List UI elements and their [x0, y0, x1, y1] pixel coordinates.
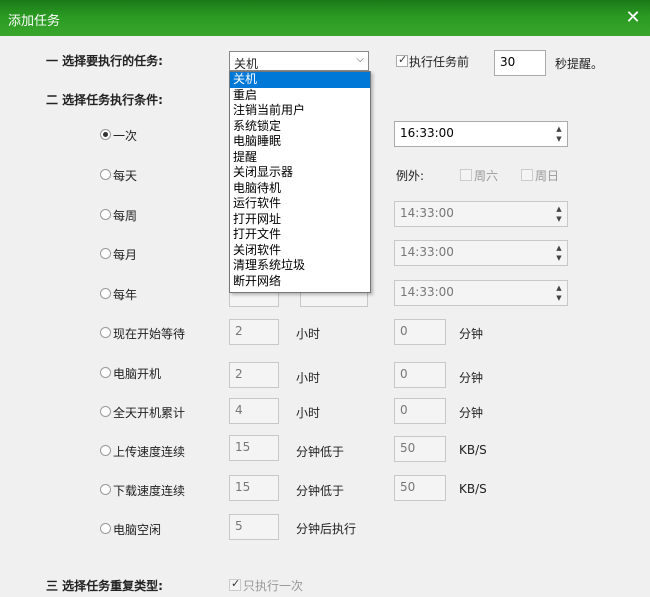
radio-download[interactable]: [100, 484, 111, 495]
dropdown-item-remind[interactable]: 提醒: [230, 150, 370, 166]
wait-minutes-input[interactable]: 0: [394, 319, 446, 345]
uptime-hours-input[interactable]: 4: [229, 398, 279, 424]
radio-yearly[interactable]: [100, 288, 111, 299]
spin-down-icon[interactable]: ▼: [553, 134, 565, 144]
spin-down-icon[interactable]: ▼: [553, 214, 565, 224]
dropdown-item-run-software[interactable]: 运行软件: [230, 196, 370, 212]
title-bar: 添加任务 ✕: [0, 0, 650, 36]
radio-monthly-label: 每月: [113, 248, 138, 262]
dropdown-item-shutdown[interactable]: 关机: [230, 72, 370, 88]
task-dropdown-list: 关机 重启 注销当前用户 系统锁定 电脑睡眠 提醒 关闭显示器 电脑待机 运行软…: [229, 71, 371, 293]
dropdown-item-clean-junk[interactable]: 清理系统垃圾: [230, 258, 370, 274]
uptime-minutes-input[interactable]: 0: [394, 398, 446, 424]
radio-monthly[interactable]: [100, 248, 111, 259]
section-repeat-label: 三 选择任务重复类型:: [46, 579, 163, 593]
upload-minutes-unit: 分钟低于: [296, 445, 345, 459]
task-select-value: 关机: [234, 57, 259, 71]
radio-daily-label: 每天: [113, 169, 138, 183]
idle-minutes-input[interactable]: 5: [229, 514, 279, 540]
radio-idle-label: 电脑空闲: [113, 523, 162, 537]
dropdown-item-sleep[interactable]: 电脑睡眠: [230, 134, 370, 150]
spin-up-icon[interactable]: ▲: [553, 204, 565, 214]
radio-boot[interactable]: [100, 367, 111, 378]
radio-once[interactable]: [100, 129, 111, 140]
dropdown-item-open-file[interactable]: 打开文件: [230, 227, 370, 243]
window-title: 添加任务: [8, 14, 61, 29]
dropdown-item-logoff[interactable]: 注销当前用户: [230, 103, 370, 119]
remind-suffix: 秒提醒。: [555, 57, 604, 71]
wait-minutes-unit: 分钟: [459, 327, 484, 341]
remind-checkbox[interactable]: [396, 53, 408, 67]
once-time-input[interactable]: 16:33:00 ▲ ▼: [394, 121, 568, 147]
download-minutes-unit: 分钟低于: [296, 484, 345, 498]
boot-minutes-unit: 分钟: [459, 371, 484, 385]
boot-hours-unit: 小时: [296, 371, 321, 385]
download-minutes-input[interactable]: 15: [229, 475, 279, 501]
radio-uptime-label: 全天开机累计: [113, 406, 186, 420]
radio-once-label: 一次: [113, 129, 138, 143]
radio-wait-label: 现在开始等待: [113, 327, 186, 341]
wait-hours-unit: 小时: [296, 327, 321, 341]
radio-weekly[interactable]: [100, 209, 111, 220]
monthly-time-input[interactable]: 14:33:00 ▲ ▼: [394, 240, 568, 266]
radio-upload[interactable]: [100, 445, 111, 456]
upload-speed-unit: KB/S: [459, 443, 487, 457]
saturday-label: 周六: [474, 169, 499, 183]
wait-hours-input[interactable]: 2: [229, 319, 279, 345]
dropdown-item-disconnect[interactable]: 断开网络: [230, 274, 370, 290]
chevron-down-icon: ⌵: [356, 54, 364, 65]
yearly-time-input[interactable]: 14:33:00 ▲ ▼: [394, 280, 568, 306]
radio-yearly-label: 每年: [113, 288, 138, 302]
saturday-checkbox[interactable]: [460, 169, 472, 181]
close-icon[interactable]: ✕: [616, 0, 650, 36]
radio-uptime[interactable]: [100, 406, 111, 417]
sunday-label: 周日: [535, 169, 560, 183]
once-only-label: 只执行一次: [243, 579, 304, 593]
spin-up-icon[interactable]: ▲: [553, 124, 565, 134]
download-speed-input[interactable]: 50: [394, 475, 446, 501]
dropdown-item-standby[interactable]: 电脑待机: [230, 181, 370, 197]
sunday-checkbox[interactable]: [521, 169, 533, 181]
dropdown-item-monitor-off[interactable]: 关闭显示器: [230, 165, 370, 181]
download-speed-unit: KB/S: [459, 482, 487, 496]
radio-wait[interactable]: [100, 327, 111, 338]
once-only-checkbox[interactable]: [229, 577, 241, 591]
upload-speed-input[interactable]: 50: [394, 436, 446, 462]
dropdown-item-restart[interactable]: 重启: [230, 88, 370, 104]
section-task-label: 一 选择要执行的任务:: [46, 54, 163, 68]
task-select[interactable]: 关机 ⌵: [229, 51, 369, 71]
radio-weekly-label: 每周: [113, 209, 138, 223]
uptime-minutes-unit: 分钟: [459, 406, 484, 420]
exception-label: 例外:: [396, 169, 425, 183]
idle-minutes-unit: 分钟后执行: [296, 522, 357, 536]
uptime-hours-unit: 小时: [296, 406, 321, 420]
radio-daily[interactable]: [100, 169, 111, 180]
radio-idle[interactable]: [100, 523, 111, 534]
remind-seconds-input[interactable]: 30: [494, 50, 546, 76]
spin-up-icon[interactable]: ▲: [553, 283, 565, 293]
dropdown-item-lock[interactable]: 系统锁定: [230, 119, 370, 135]
dropdown-item-close-software[interactable]: 关闭软件: [230, 243, 370, 259]
dropdown-item-open-url[interactable]: 打开网址: [230, 212, 370, 228]
section-condition-label: 二 选择任务执行条件:: [46, 93, 163, 107]
spin-up-icon[interactable]: ▲: [553, 243, 565, 253]
boot-hours-input[interactable]: 2: [229, 362, 279, 388]
radio-boot-label: 电脑开机: [113, 367, 162, 381]
radio-download-label: 下载速度连续: [113, 484, 186, 498]
boot-minutes-input[interactable]: 0: [394, 362, 446, 388]
remind-checkbox-label: 执行任务前: [409, 55, 470, 69]
spin-down-icon[interactable]: ▼: [553, 253, 565, 263]
weekly-time-input[interactable]: 14:33:00 ▲ ▼: [394, 201, 568, 227]
radio-upload-label: 上传速度连续: [113, 445, 186, 459]
upload-minutes-input[interactable]: 15: [229, 435, 279, 461]
spin-down-icon[interactable]: ▼: [553, 293, 565, 303]
